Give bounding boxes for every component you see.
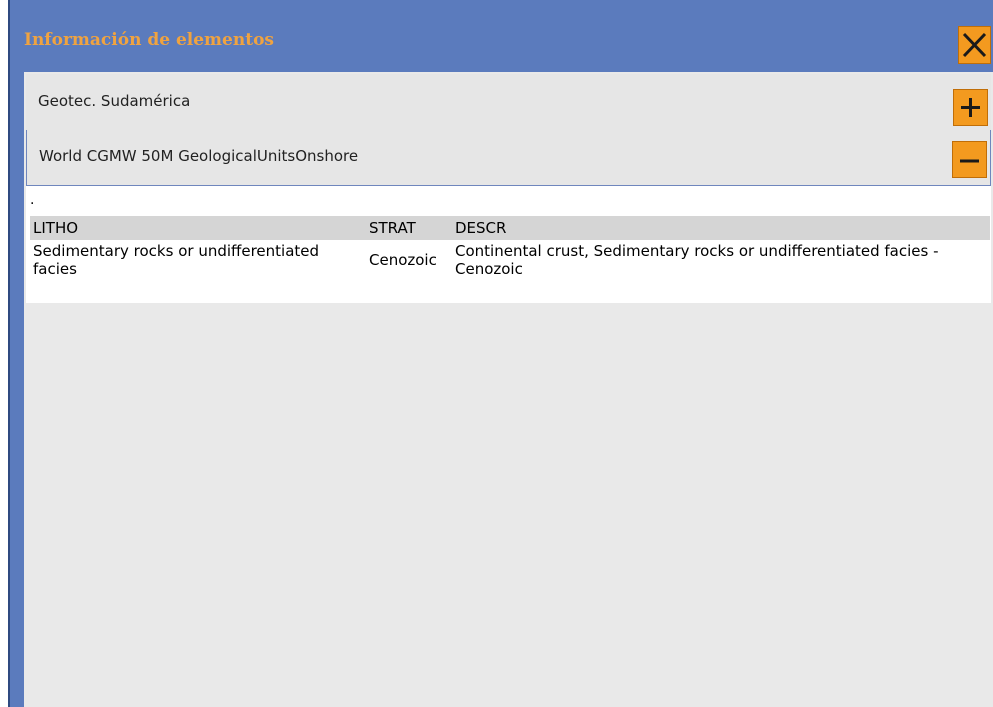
expand-layer-button[interactable] xyxy=(953,89,988,126)
layer-name: Geotec. Sudamérica xyxy=(38,92,191,110)
feature-marker: . xyxy=(30,192,35,208)
layer-name: World CGMW 50M GeologicalUnitsOnshore xyxy=(39,147,359,165)
attributes-table: LITHO STRAT DESCR Sedimentary rocks or u… xyxy=(30,216,990,280)
close-icon xyxy=(962,32,987,58)
collapse-layer-button[interactable] xyxy=(952,141,987,178)
table-header-row: LITHO STRAT DESCR xyxy=(30,216,990,240)
litho-cell: Sedimentary rocks or undifferentiated fa… xyxy=(33,242,320,278)
strat-cell: Cenozoic xyxy=(369,251,437,269)
feature-info-window: Información de elementos Geotec. Sudamér… xyxy=(8,0,993,707)
table-row: Sedimentary rocks or undifferentiated fa… xyxy=(30,240,990,280)
content-panel: Geotec. Sudamérica World CGMW 50M Geolog… xyxy=(24,72,993,707)
plus-icon xyxy=(961,98,980,117)
title-bar: Información de elementos xyxy=(10,0,993,72)
column-header-strat: STRAT xyxy=(366,216,452,240)
column-header-litho: LITHO xyxy=(30,216,366,240)
close-button[interactable] xyxy=(958,26,991,64)
feature-attributes-panel: . LITHO STRAT DESCR Sedimentary rocks or… xyxy=(26,186,991,303)
layer-header-geological-units[interactable]: World CGMW 50M GeologicalUnitsOnshore xyxy=(26,130,991,186)
descr-cell: Continental crust, Sedimentary rocks or … xyxy=(455,242,939,278)
layer-header-geotec[interactable]: Geotec. Sudamérica xyxy=(26,74,991,131)
minus-icon xyxy=(960,159,979,163)
window-title: Información de elementos xyxy=(24,30,274,50)
column-header-descr: DESCR xyxy=(452,216,990,240)
